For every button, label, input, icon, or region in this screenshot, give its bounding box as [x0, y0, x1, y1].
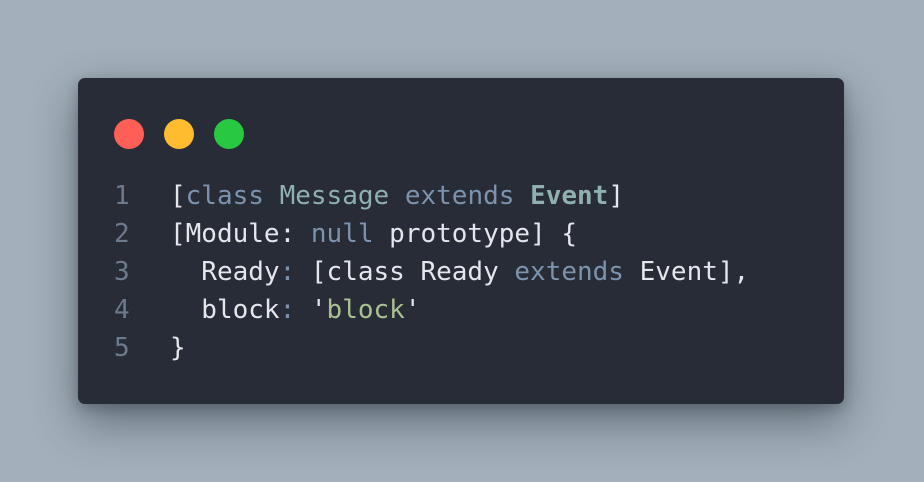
line-number: 5	[114, 333, 130, 363]
code-token: extends	[514, 257, 624, 287]
code-token: null	[310, 219, 374, 249]
minimize-button[interactable]	[164, 119, 194, 149]
code-token: '	[404, 295, 421, 325]
line-number: 2	[114, 219, 130, 249]
code-token: block	[326, 295, 405, 325]
code-block: 1 [class Message extends Event] 2 [Module: …	[78, 177, 844, 367]
code-token: Message	[279, 181, 390, 211]
line-number: 1	[114, 181, 130, 211]
line-number: 4	[114, 295, 130, 325]
code-line: 2 [Module: null prototype] {	[78, 215, 844, 253]
code-token: Event],	[623, 257, 750, 287]
code-line: 4 block: 'block'	[78, 291, 844, 329]
code-line: 1 [class Message extends Event]	[78, 177, 844, 215]
code-token: block	[170, 295, 280, 325]
code-token: [	[170, 181, 186, 211]
code-token: prototype] {	[373, 219, 578, 249]
code-text: [Module: null prototype] {	[170, 215, 577, 253]
code-line: 5}	[78, 329, 844, 367]
code-token: ]	[608, 181, 624, 211]
code-token: Ready	[170, 257, 280, 287]
code-token: '	[295, 295, 327, 325]
code-text: }	[170, 329, 186, 367]
line-number: 3	[114, 257, 130, 287]
code-token: class	[185, 181, 264, 211]
code-token: extends	[404, 181, 515, 211]
code-token: [Module	[170, 219, 280, 249]
code-text: [class Message extends Event]	[170, 177, 624, 215]
code-token: }	[170, 333, 186, 363]
code-text: Ready: [class Ready extends Event],	[170, 253, 749, 291]
code-token: Event	[530, 181, 609, 211]
code-window: 1 [class Message extends Event] 2 [Module: …	[78, 78, 844, 404]
code-token: :	[279, 295, 296, 325]
code-token: :	[279, 257, 296, 287]
code-text: block: 'block'	[170, 291, 420, 329]
close-button[interactable]	[114, 119, 144, 149]
code-token: [class Ready	[295, 257, 515, 287]
code-line: 3 Ready: [class Ready extends Event],	[78, 253, 844, 291]
maximize-button[interactable]	[214, 119, 244, 149]
code-token: :	[279, 219, 296, 249]
